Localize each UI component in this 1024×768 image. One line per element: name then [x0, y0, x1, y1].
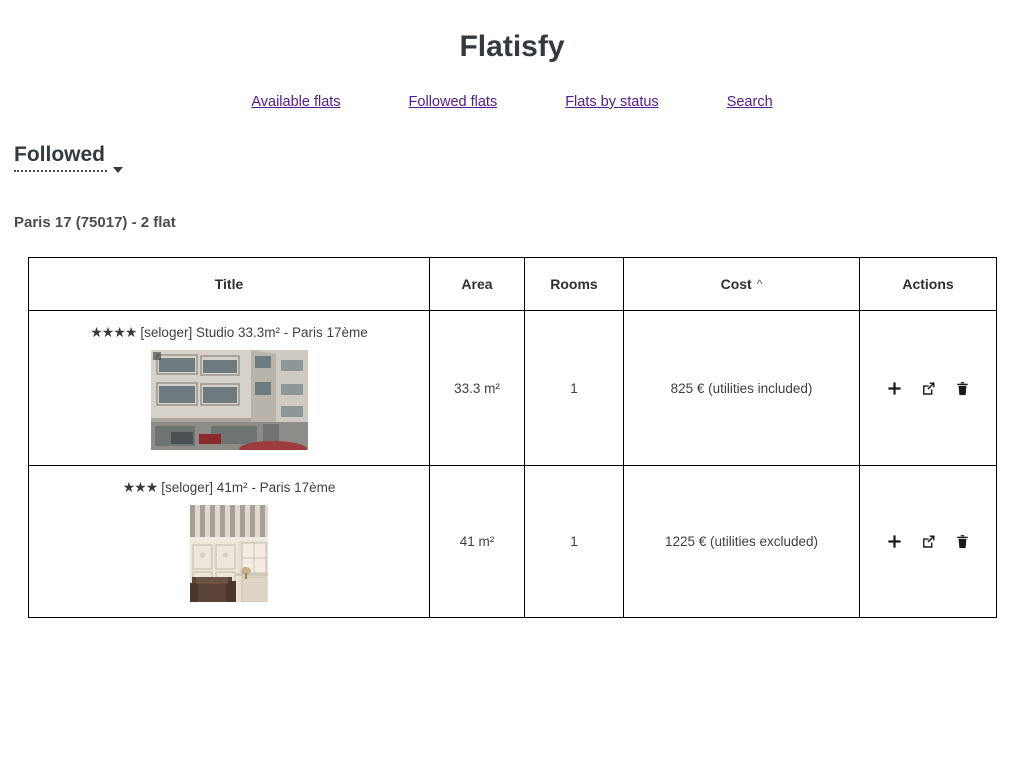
table-body: ★★★★ [seloger] Studio 33.3m² - Paris 17èm… — [28, 310, 997, 618]
rating-stars: ★★★★ — [90, 324, 137, 340]
plus-icon[interactable] — [886, 534, 902, 550]
plus-icon[interactable] — [886, 380, 902, 396]
column-header-title-label: Title — [214, 276, 244, 292]
page-root: Flatisfy Available flats Followed flats Fl… — [0, 0, 1024, 768]
flat-title-text[interactable]: [seloger] Studio 33.3m² - Paris 17ème — [140, 325, 367, 340]
column-header-rooms[interactable]: Rooms — [524, 257, 624, 311]
action-icon-group — [866, 534, 990, 550]
table-row: ★★★★ [seloger] Studio 33.3m² - Paris 17èm… — [28, 310, 997, 466]
page-title: Flatisfy — [459, 30, 565, 63]
column-header-actions: Actions — [859, 257, 997, 311]
flat-thumbnail[interactable] — [150, 350, 308, 450]
flats-table-container: Title Area Rooms Cost ^ Actions ★★★★ [selo… — [0, 257, 1024, 618]
column-header-title[interactable]: Title — [28, 257, 430, 311]
action-icon-group — [866, 380, 990, 396]
main-navigation: Available flats Followed flats Flats by st… — [0, 93, 1024, 111]
column-header-area[interactable]: Area — [429, 257, 525, 311]
nav-search[interactable]: Search — [727, 93, 773, 111]
nav-available-flats[interactable]: Available flats — [251, 93, 340, 111]
column-header-actions-label: Actions — [902, 276, 954, 292]
section-title[interactable]: Followed — [14, 143, 123, 173]
section-header: Followed — [0, 143, 1024, 173]
table-header: Title Area Rooms Cost ^ Actions — [28, 257, 997, 311]
column-header-cost-label: Cost — [720, 276, 752, 292]
sort-ascending-icon[interactable]: ^ — [757, 277, 763, 291]
nav-followed-flats[interactable]: Followed flats — [409, 93, 498, 111]
flat-cost-cell: 1225 € (utilities excluded) — [623, 465, 860, 618]
flat-actions-cell — [859, 310, 997, 466]
external-link-icon[interactable] — [920, 380, 936, 396]
section-title-label: Followed — [14, 143, 105, 166]
flat-area-cell: 41 m² — [429, 465, 525, 618]
flat-title-line: ★★★★ [seloger] Studio 33.3m² - Paris 17èm… — [37, 324, 421, 341]
table-header-row: Title Area Rooms Cost ^ Actions — [28, 257, 997, 311]
column-header-rooms-label: Rooms — [550, 276, 598, 292]
column-header-area-label: Area — [461, 276, 493, 292]
column-header-cost[interactable]: Cost ^ — [623, 257, 860, 311]
flat-cost-cell: 825 € (utilities included) — [623, 310, 860, 466]
flat-rooms-cell: 1 — [524, 465, 624, 618]
flats-table: Title Area Rooms Cost ^ Actions ★★★★ [selo… — [28, 257, 997, 618]
flat-title-line: ★★★ [seloger] 41m² - Paris 17ème — [37, 479, 421, 496]
nav-flats-by-status[interactable]: Flats by status — [565, 93, 658, 111]
flat-title-text[interactable]: [seloger] 41m² - Paris 17ème — [161, 480, 335, 495]
rating-stars: ★★★ — [122, 479, 159, 495]
flat-actions-cell — [859, 465, 997, 618]
location-subheading: Paris 17 (75017) - 2 flat — [14, 214, 176, 231]
trash-icon[interactable] — [954, 534, 970, 550]
flat-title-cell: ★★★★ [seloger] Studio 33.3m² - Paris 17èm… — [28, 310, 430, 466]
flat-area-cell: 33.3 m² — [429, 310, 525, 466]
flat-title-cell: ★★★ [seloger] 41m² - Paris 17ème — [28, 465, 430, 618]
table-row: ★★★ [seloger] 41m² - Paris 17ème 41 m² 1… — [28, 465, 997, 618]
flat-rooms-cell: 1 — [524, 310, 624, 466]
external-link-icon[interactable] — [920, 534, 936, 550]
flat-thumbnail[interactable] — [190, 505, 268, 602]
chevron-down-icon[interactable] — [113, 167, 123, 173]
trash-icon[interactable] — [954, 380, 970, 396]
